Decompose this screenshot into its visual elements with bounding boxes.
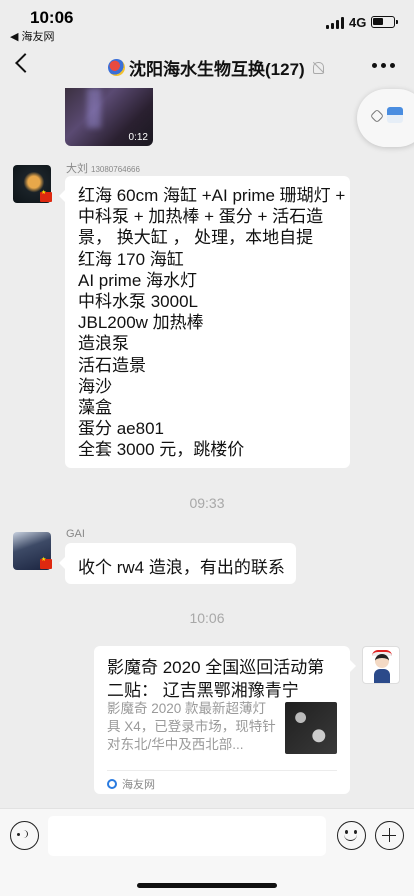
chat-header: 沈阳海水生物互换(127)	[0, 44, 414, 88]
battery-icon	[371, 16, 398, 28]
timestamp: 09:33	[189, 495, 225, 511]
link-icon	[369, 108, 385, 124]
message-input[interactable]	[48, 816, 326, 856]
chat-title: 沈阳海水生物互换(127)	[108, 55, 325, 80]
sender-name: GAI	[66, 528, 85, 540]
source-logo-icon	[107, 779, 117, 789]
message-line: 藻盒	[78, 398, 112, 418]
message-line: 蛋分 ae801	[78, 419, 164, 439]
input-bar	[0, 808, 414, 896]
china-flag-icon	[40, 556, 52, 569]
link-card-title: 影魔奇 2020 全国巡回活动第二贴： 辽吉黑鄂湘豫青宁	[107, 658, 325, 700]
signal-icon	[326, 17, 344, 29]
message-bubble[interactable]: 红海 60cm 海缸 +AI prime 珊瑚灯 + 中科泵 + 加热棒 + 蛋…	[59, 176, 350, 468]
back-to-app-link[interactable]: ◀ 海友网	[10, 28, 55, 44]
message-line: 活石造景	[78, 355, 146, 375]
group-name: 沈阳海水生物互换(127)	[129, 60, 305, 79]
back-arrow-icon[interactable]	[15, 53, 35, 73]
voice-input-button[interactable]	[10, 821, 39, 850]
message-line: 中科泵 + 加热棒 + 蛋分 + 活石造	[78, 207, 324, 227]
link-card-description: 影魔奇 2020 款最新超薄灯具 X4，已登录市场，现特针对东北/华中及西北部.…	[107, 701, 276, 752]
group-emoji-icon	[108, 59, 125, 76]
network-type: 4G	[349, 15, 367, 30]
status-bar: 10:06 ◀ 海友网 4G	[0, 0, 414, 44]
link-card-thumbnail	[285, 702, 337, 754]
message-line: AI prime 海水灯	[78, 270, 198, 290]
my-avatar[interactable]	[362, 646, 400, 684]
more-actions-button[interactable]	[375, 821, 404, 850]
timestamp: 10:06	[189, 610, 225, 626]
china-flag-icon	[40, 189, 52, 202]
emoji-button[interactable]	[337, 821, 366, 850]
article-thumbnail-icon	[387, 107, 403, 123]
video-message[interactable]: 0:12	[65, 88, 153, 146]
message-line: 红海 170 海缸	[78, 249, 184, 269]
message-bubble[interactable]: 收个 rw4 造浪，有出的联系	[59, 543, 296, 584]
message-line: 红海 60cm 海缸 +AI prime 珊瑚灯 +	[78, 186, 346, 205]
link-card-source: 海友网	[107, 776, 155, 792]
message-line: 景， 换大缸 ， 处理，本地自提	[78, 228, 314, 248]
message-line: 全套 3000 元，跳楼价	[78, 440, 245, 460]
more-options-button[interactable]	[372, 63, 395, 68]
divider	[107, 770, 337, 771]
message-line: JBL200w 加热棒	[78, 313, 204, 333]
status-time: 10:06	[30, 8, 74, 27]
home-indicator[interactable]	[137, 883, 277, 888]
message-line: 中科水泵 3000L	[78, 292, 198, 312]
floating-window-button[interactable]	[357, 89, 414, 147]
link-card[interactable]: 影魔奇 2020 全国巡回活动第二贴： 辽吉黑鄂湘豫青宁 影魔奇 2020 款最…	[94, 646, 356, 794]
video-duration: 0:12	[128, 132, 148, 143]
message-line: 造浪泵	[78, 334, 129, 354]
mute-bell-icon	[311, 61, 325, 75]
sender-name: 大刘 13080764666	[66, 163, 140, 175]
message-line: 海沙	[78, 376, 112, 396]
